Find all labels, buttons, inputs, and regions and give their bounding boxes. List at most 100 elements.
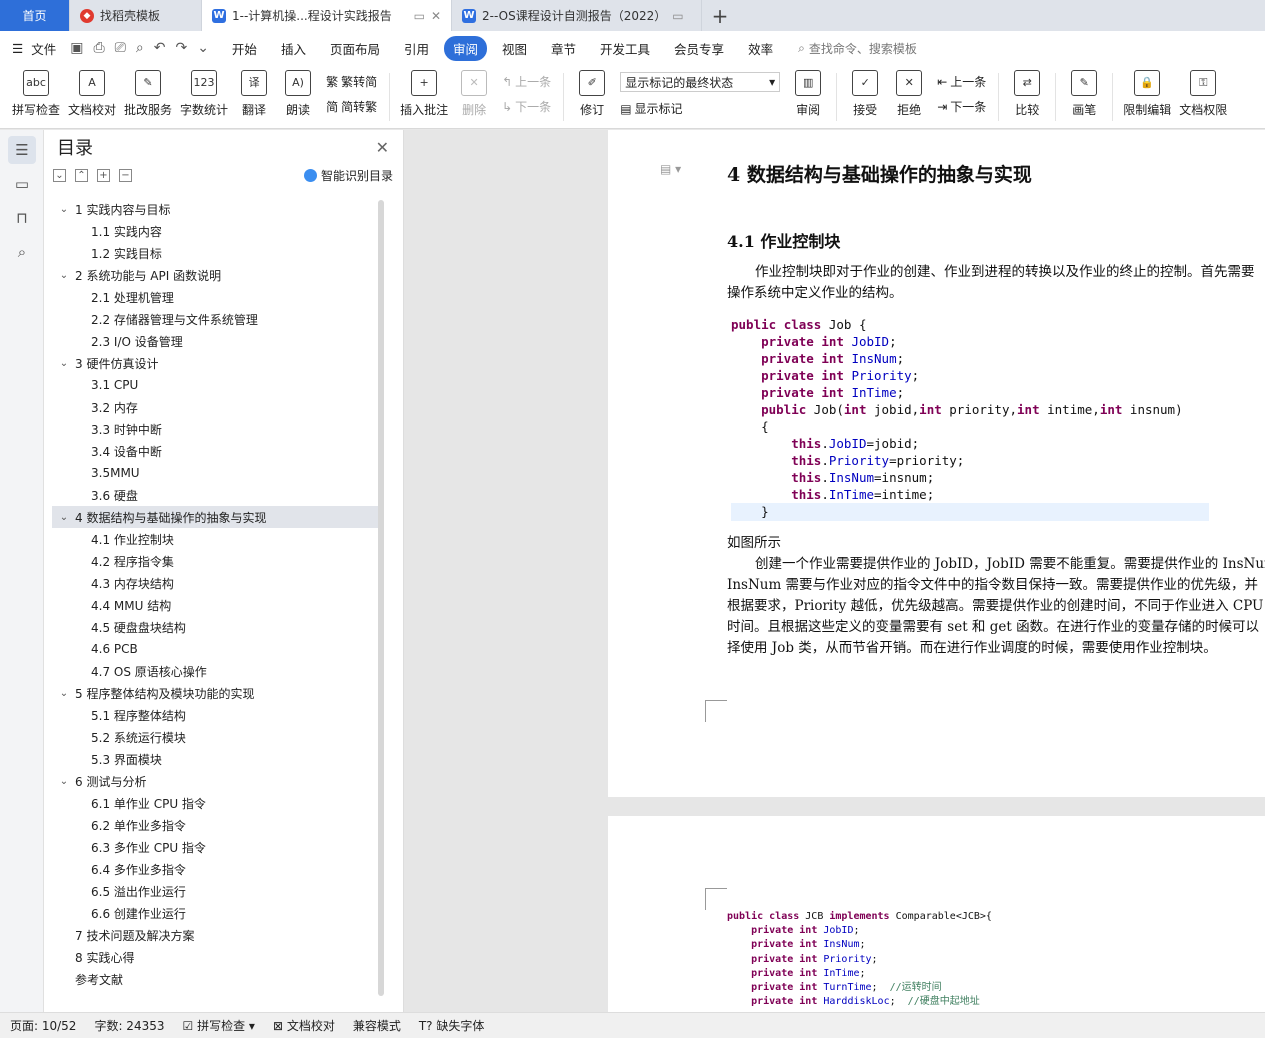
menu-layout[interactable]: 页面布局 <box>321 36 389 61</box>
toc-item[interactable]: 6.1 单作业 CPU 指令 <box>52 792 378 814</box>
spell-check-status[interactable]: ☑ 拼写检查 ▾ <box>183 1017 255 1034</box>
tab-document-2[interactable]: W 2--OS课程设计自测报告（2022） ▭ <box>452 0 702 31</box>
new-tab-button[interactable]: + <box>702 0 738 31</box>
save-icon[interactable]: ▣ <box>70 40 83 56</box>
delete-comment-button[interactable]: ✕ 删除 <box>452 65 496 118</box>
toc-item[interactable]: ⌄ 5 程序整体结构及模块功能的实现 <box>52 682 378 704</box>
simplified-to-traditional-button[interactable]: 简简转繁 <box>326 98 377 115</box>
prev-comment-button[interactable]: ↰ 上一条 <box>502 73 551 90</box>
traditional-to-simplified-button[interactable]: 繁繁转简 <box>326 73 377 90</box>
menu-insert[interactable]: 插入 <box>272 36 315 61</box>
monitor-icon[interactable]: ▭ <box>414 9 425 23</box>
toc-item[interactable]: 4.4 MMU 结构 <box>52 594 378 616</box>
spell-check-button[interactable]: abc 拼写检查 <box>8 65 64 118</box>
toc-item[interactable]: 4.1 作业控制块 <box>52 528 378 550</box>
toc-item[interactable]: 6.4 多作业多指令 <box>52 858 378 880</box>
close-icon[interactable]: ✕ <box>431 9 441 23</box>
toc-item[interactable]: 4.5 硬盘盘块结构 <box>52 616 378 638</box>
toc-item[interactable]: 7 技术问题及解决方案 <box>52 924 378 946</box>
toc-item[interactable]: 3.4 设备中断 <box>52 440 378 462</box>
toc-item[interactable]: 6.3 多作业 CPU 指令 <box>52 836 378 858</box>
toc-item[interactable]: 4.2 程序指令集 <box>52 550 378 572</box>
chevron-down-icon[interactable]: ⌄ <box>57 204 71 215</box>
toc-item[interactable]: 1.1 实践内容 <box>52 220 378 242</box>
reject-button[interactable]: ✕ 拒绝 <box>887 65 931 118</box>
toc-item[interactable]: 6.6 创建作业运行 <box>52 902 378 924</box>
remove-heading-icon[interactable]: − <box>119 168 132 182</box>
toc-item[interactable]: 6.2 单作业多指令 <box>52 814 378 836</box>
menu-references[interactable]: 引用 <box>395 36 438 61</box>
prev-change-button[interactable]: ⇤ 上一条 <box>937 73 986 90</box>
toc-item[interactable]: 3.5MMU <box>52 462 378 484</box>
document-proof-button[interactable]: A 文档校对 <box>64 65 120 118</box>
toc-item[interactable]: ⌄ 2 系统功能与 API 函数说明 <box>52 264 378 286</box>
page-indicator[interactable]: 页面: 10/52 <box>10 1017 76 1034</box>
pen-button[interactable]: ✎ 画笔 <box>1062 65 1106 118</box>
close-icon[interactable]: ✕ <box>376 138 389 157</box>
menu-chapter[interactable]: 章节 <box>542 36 585 61</box>
hamburger-icon[interactable]: ☰ <box>12 41 23 56</box>
toc-item[interactable]: 2.3 I/O 设备管理 <box>52 330 378 352</box>
command-search[interactable]: ⌕ 查找命令、搜索模板 <box>798 40 917 57</box>
word-count[interactable]: 字数: 24353 <box>94 1017 164 1034</box>
smart-toc-button[interactable]: 智能识别目录 <box>303 167 393 184</box>
document-permission-button[interactable]: ⚿ 文档权限 <box>1175 65 1231 118</box>
toc-panel-icon[interactable]: ☰ <box>8 136 36 164</box>
document-options-icon[interactable]: ▤ ▾ <box>660 162 681 176</box>
toc-item[interactable]: 3.6 硬盘 <box>52 484 378 506</box>
add-heading-icon[interactable]: + <box>97 168 110 182</box>
word-count-button[interactable]: 123 字数统计 <box>176 65 232 118</box>
missing-font-status[interactable]: T? 缺失字体 <box>419 1017 485 1034</box>
translate-button[interactable]: 译翻译 <box>232 65 276 118</box>
menu-start[interactable]: 开始 <box>223 36 266 61</box>
toc-item[interactable]: 4.3 内存块结构 <box>52 572 378 594</box>
markup-state-select[interactable]: 显示标记的最终状态 ▾ <box>620 72 781 92</box>
batch-review-button[interactable]: ✎ 批改服务 <box>120 65 176 118</box>
menu-developer[interactable]: 开发工具 <box>591 36 659 61</box>
tab-document-1[interactable]: W 1--计算机操...程设计实践报告 ▭ ✕ <box>202 0 452 31</box>
compare-button[interactable]: ⇄ 比较 <box>1005 65 1049 118</box>
collapse-all-icon[interactable]: ⌄ <box>53 168 66 182</box>
redo-icon[interactable]: ↷ <box>175 40 187 56</box>
print-icon[interactable]: ⎚ <box>115 40 126 56</box>
tab-home[interactable]: 首页 <box>0 0 70 31</box>
bookmark-icon[interactable]: ⊓ <box>8 204 36 232</box>
restrict-editing-button[interactable]: 🔒 限制编辑 <box>1119 65 1175 118</box>
search-icon[interactable]: ⌕ <box>8 238 36 266</box>
toc-item[interactable]: 1.2 实践目标 <box>52 242 378 264</box>
toc-item[interactable]: ⌄ 4 数据结构与基础操作的抽象与实现 <box>52 506 378 528</box>
toc-item[interactable]: 5.2 系统运行模块 <box>52 726 378 748</box>
accept-button[interactable]: ✓ 接受 <box>843 65 887 118</box>
chevron-down-icon[interactable]: ⌄ <box>57 270 71 281</box>
track-changes-button[interactable]: ✐ 修订 <box>570 65 614 118</box>
monitor-icon[interactable]: ▭ <box>672 9 683 23</box>
next-change-button[interactable]: ⇥ 下一条 <box>937 98 986 115</box>
toc-item[interactable]: ⌄ 6 测试与分析 <box>52 770 378 792</box>
toc-item[interactable]: 6.5 溢出作业运行 <box>52 880 378 902</box>
menu-member[interactable]: 会员专享 <box>665 36 733 61</box>
menu-efficiency[interactable]: 效率 <box>739 36 782 61</box>
read-aloud-button[interactable]: A) 朗读 <box>276 65 320 118</box>
review-pane-button[interactable]: ▥ 审阅 <box>786 65 830 118</box>
toc-item[interactable]: 参考文献 <box>52 968 378 990</box>
toc-item[interactable]: 5.1 程序整体结构 <box>52 704 378 726</box>
undo-icon[interactable]: ↶ <box>154 40 166 56</box>
chevron-down-icon[interactable]: ⌄ <box>57 688 71 699</box>
toc-scrollbar[interactable] <box>378 200 384 996</box>
next-comment-button[interactable]: ↳ 下一条 <box>502 98 551 115</box>
print-preview-icon[interactable]: ⌕ <box>136 40 144 56</box>
expand-all-icon[interactable]: ⌃ <box>75 168 88 182</box>
chevron-down-icon[interactable]: ⌄ <box>57 512 71 523</box>
toc-item[interactable]: 3.3 时钟中断 <box>52 418 378 440</box>
toc-item[interactable]: 3.2 内存 <box>52 396 378 418</box>
show-markup-button[interactable]: ▤ 显示标记 <box>620 100 780 117</box>
tab-template[interactable]: ◆ 找稻壳模板 <box>70 0 202 31</box>
customize-icon[interactable]: ⌄ <box>197 40 209 56</box>
toc-item[interactable]: 4.6 PCB <box>52 638 378 660</box>
file-menu[interactable]: 文件 <box>31 39 56 58</box>
toc-item[interactable]: 4.7 OS 原语核心操作 <box>52 660 378 682</box>
chapter-navigation-icon[interactable]: ▭ <box>8 170 36 198</box>
chevron-down-icon[interactable]: ⌄ <box>57 358 71 369</box>
toc-item[interactable]: ⌄ 3 硬件仿真设计 <box>52 352 378 374</box>
toc-item[interactable]: 2.2 存储器管理与文件系统管理 <box>52 308 378 330</box>
